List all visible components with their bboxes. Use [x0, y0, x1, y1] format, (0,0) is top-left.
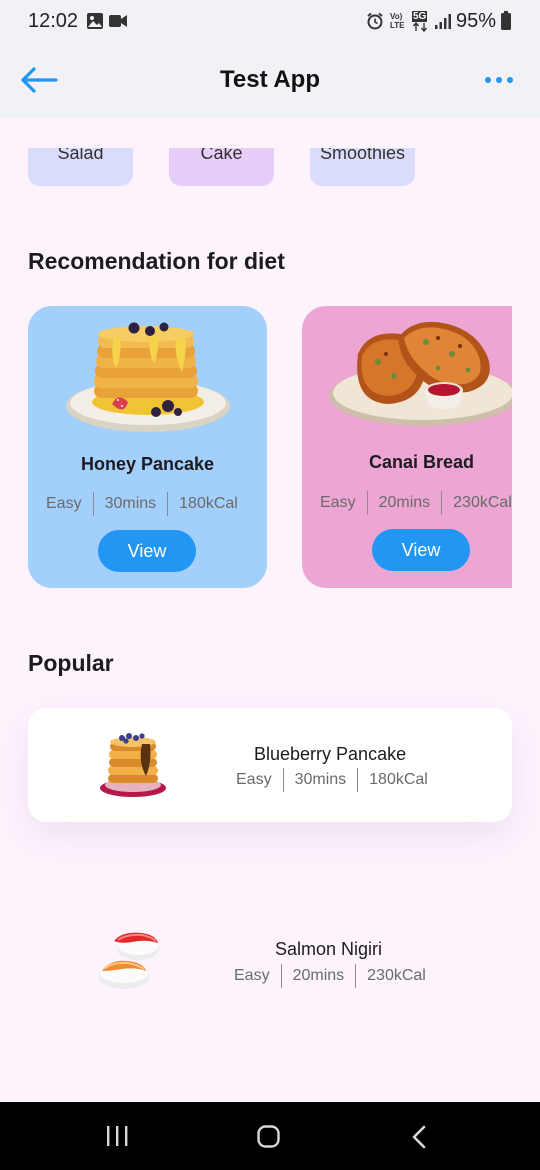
popular-section-title: Popular	[28, 650, 114, 676]
difficulty-label: Easy	[46, 495, 82, 512]
page-title: Test App	[220, 66, 320, 93]
diet-card-title: Canai Bread	[368, 452, 475, 472]
salmon-nigiri-image	[99, 932, 159, 989]
recent-apps-icon[interactable]	[104, 1124, 130, 1148]
diet-card-title: Honey Pancake	[80, 454, 215, 474]
duration-label: 30mins	[104, 495, 157, 512]
duration-label: 20mins	[378, 494, 431, 511]
diet-card-clip: Canai Bread Easy 20mins 230kCal View	[302, 306, 512, 588]
blueberry-pancake-image	[100, 733, 166, 797]
popular-item-blueberry-pancake[interactable]: Blueberry Pancake Easy 30mins 180kCal	[28, 708, 512, 822]
category-label: Smoothies	[319, 148, 406, 163]
view-button[interactable]: View	[372, 529, 470, 571]
duration-label: 20mins	[292, 967, 345, 984]
divider	[357, 768, 359, 792]
divider	[92, 492, 94, 516]
diet-section-title: Recomendation for diet	[28, 248, 285, 274]
view-button[interactable]: View	[98, 530, 196, 572]
battery-icon	[501, 11, 511, 30]
popular-item-meta: Easy 20mins 230kCal	[234, 964, 426, 988]
popular-item-title: Blueberry Pancake	[254, 744, 407, 764]
canai-bread-image	[329, 321, 512, 426]
honey-pancake-image	[66, 322, 230, 432]
divider	[167, 492, 169, 516]
duration-label: 30mins	[294, 771, 347, 788]
category-chip-cake[interactable]: Cake	[169, 148, 274, 186]
home-icon[interactable]	[256, 1124, 282, 1150]
battery-percent: 95%	[455, 10, 496, 32]
more-options-icon[interactable]	[484, 72, 514, 88]
category-chip-salad[interactable]: Salad	[28, 148, 133, 186]
popular-item-meta: Easy 30mins 180kCal	[236, 768, 428, 792]
status-time: 12:02	[28, 10, 79, 32]
category-chip-smoothies[interactable]: Smoothies	[310, 148, 415, 186]
alarm-icon	[367, 12, 383, 30]
diet-card-honey-pancake[interactable]: Honey Pancake Easy 30mins 180kCal View	[28, 306, 267, 588]
video-icon	[109, 15, 127, 27]
category-label: Salad	[57, 148, 104, 163]
divider	[366, 491, 368, 515]
calories-label: 180kCal	[369, 771, 428, 788]
divider	[441, 491, 443, 515]
signal-icon	[435, 14, 451, 29]
difficulty-label: Easy	[234, 967, 270, 984]
gallery-icon	[87, 13, 103, 29]
difficulty-label: Easy	[236, 771, 272, 788]
back-icon[interactable]	[408, 1124, 430, 1150]
popular-item-title: Salmon Nigiri	[275, 939, 383, 959]
diet-card-meta: Easy 20mins 230kCal	[320, 491, 512, 515]
divider	[280, 964, 282, 988]
divider	[282, 768, 284, 792]
status-bar: 12:02 Vo) LTE 5G 95%	[0, 0, 540, 44]
diet-card-canai-bread[interactable]: Canai Bread Easy 20mins 230kCal View	[302, 306, 512, 588]
divider	[355, 964, 357, 988]
calories-label: 230kCal	[453, 494, 512, 511]
volte-label: Vo) LTE	[390, 12, 405, 30]
app-bar: Test App	[0, 44, 540, 118]
system-navigation-bar	[0, 1102, 540, 1170]
calories-label: 230kCal	[367, 967, 426, 984]
network-5g-label: 5G	[412, 11, 428, 22]
calories-label: 180kCal	[179, 495, 238, 512]
diet-card-meta: Easy 30mins 180kCal	[46, 492, 238, 516]
popular-item-salmon-nigiri[interactable]: Salmon Nigiri Easy 20mins 230kCal	[28, 905, 512, 1019]
data-arrows-icon	[412, 22, 428, 32]
category-label: Cake	[200, 148, 243, 163]
difficulty-label: Easy	[320, 494, 356, 511]
